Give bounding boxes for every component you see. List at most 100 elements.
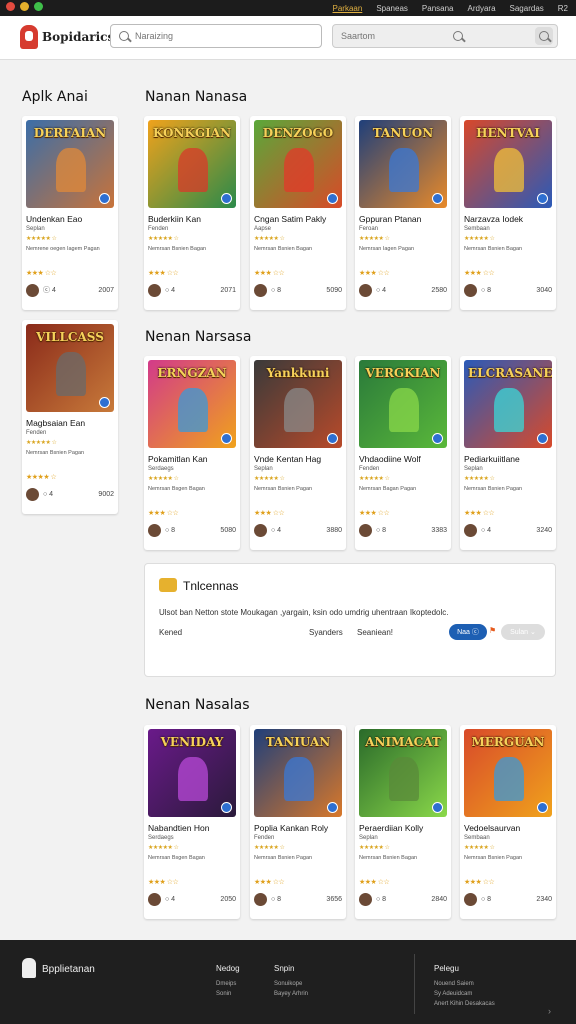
close-window-icon[interactable] bbox=[6, 2, 15, 11]
game-genre: Serdaegs bbox=[148, 835, 174, 841]
game-thumbnail[interactable]: DERFAIAN bbox=[26, 120, 114, 208]
avatar bbox=[359, 523, 372, 537]
game-card[interactable]: MERGUAN Vedoelsaurvan Sembaan ★★★★★ ☆ Nemrsa… bbox=[460, 725, 556, 919]
game-logo-text: VILLCASS bbox=[36, 330, 104, 344]
footer-link[interactable]: Nouend Saiem bbox=[434, 981, 495, 987]
secondary-search-box[interactable] bbox=[332, 24, 558, 48]
game-title[interactable]: Vnde Kentan Hag bbox=[254, 454, 344, 464]
search-icon[interactable] bbox=[453, 31, 463, 41]
game-thumbnail[interactable]: KONKGIAN bbox=[148, 120, 236, 208]
search-input[interactable] bbox=[135, 31, 255, 41]
download-count: 2840 bbox=[431, 895, 447, 903]
game-description: Nemrsan Bsgen Bagan bbox=[148, 855, 205, 861]
game-thumbnail[interactable]: ANIMACAT bbox=[359, 729, 447, 817]
game-title[interactable]: Magbsaian Ean bbox=[26, 418, 116, 428]
game-card[interactable]: ANIMACAT Peraerdiian Kolly Seplan ★★★★★ ☆ Ne… bbox=[355, 725, 451, 919]
game-thumbnail[interactable]: VERGKIAN bbox=[359, 360, 447, 448]
character-figure bbox=[178, 757, 208, 801]
game-title[interactable]: Buderkiin Kan bbox=[148, 214, 238, 224]
card-footer: ○ 4 2050 bbox=[148, 892, 236, 906]
game-card[interactable]: TANIUAN Poplia Kankan Roly Fenden ★★★★★ ☆ Ne… bbox=[250, 725, 346, 919]
game-title[interactable]: Cngan Satim Pakly bbox=[254, 214, 344, 224]
maximize-window-icon[interactable] bbox=[34, 2, 43, 11]
game-thumbnail[interactable]: DENZOGO bbox=[254, 120, 342, 208]
game-thumbnail[interactable]: HENTVAI bbox=[464, 120, 552, 208]
chevron-right-icon[interactable]: › bbox=[548, 1006, 551, 1016]
game-thumbnail[interactable]: Yankkuni bbox=[254, 360, 342, 448]
game-thumbnail[interactable]: ELCRASANE bbox=[464, 360, 552, 448]
game-thumbnail[interactable]: TANIUAN bbox=[254, 729, 342, 817]
comment-count: ○ 8 bbox=[271, 286, 282, 294]
footer-link[interactable]: Sonin bbox=[216, 991, 240, 997]
minimize-window-icon[interactable] bbox=[20, 2, 29, 11]
game-thumbnail[interactable]: ERNGZAN bbox=[148, 360, 236, 448]
user-rating-stars: ★★★ ☆☆ bbox=[359, 879, 390, 886]
primary-button[interactable]: Naa ⓒ bbox=[449, 624, 487, 640]
game-title[interactable]: Nabandtien Hon bbox=[148, 823, 238, 833]
flag-icon[interactable]: ⚑ bbox=[489, 626, 496, 635]
search-box[interactable] bbox=[110, 24, 322, 48]
verified-badge-icon bbox=[221, 802, 232, 813]
rating-stars: ★★★★★ ☆ bbox=[26, 236, 57, 242]
top-nav-item[interactable]: Spaneas bbox=[376, 4, 408, 13]
footer-link[interactable]: Sy Adeuidcam bbox=[434, 991, 495, 997]
brand-name: Bopidarics bbox=[42, 30, 115, 44]
top-nav-item[interactable]: Sagardas bbox=[510, 4, 544, 13]
game-title[interactable]: Gppuran Ptanan bbox=[359, 214, 449, 224]
game-card[interactable]: VILLCASS Magbsaian Ean Fenden ★★★★★ ☆ Nemrsa… bbox=[22, 320, 118, 514]
game-card[interactable]: ERNGZAN Pokamitlan Kan Serdaegs ★★★★★ ☆ Nemr… bbox=[144, 356, 240, 550]
game-card[interactable]: VERGKIAN Vhdaodiine Wolf Fenden ★★★★★ ☆ Nemr… bbox=[355, 356, 451, 550]
game-thumbnail[interactable]: VILLCASS bbox=[26, 324, 114, 412]
panel-link[interactable]: Seaniean! bbox=[357, 628, 393, 637]
footer-link[interactable]: Sonuikope bbox=[274, 981, 308, 987]
game-card[interactable]: DENZOGO Cngan Satim Pakly Aapse ★★★★★ ☆ Nemr… bbox=[250, 116, 346, 310]
game-card[interactable]: DERFAIAN Undenkan Eao Seplan ★★★★★ ☆ Nemrene… bbox=[22, 116, 118, 310]
game-thumbnail[interactable]: TANUON bbox=[359, 120, 447, 208]
card-footer: ○ 4 2580 bbox=[359, 283, 447, 297]
top-nav-item[interactable]: Pansana bbox=[422, 4, 454, 13]
user-rating-stars: ★★★ ☆☆ bbox=[464, 510, 495, 517]
game-title[interactable]: Undenkan Eao bbox=[26, 214, 116, 224]
game-genre: Sembaan bbox=[464, 226, 490, 232]
game-genre: Serdaegs bbox=[148, 466, 174, 472]
panel-link[interactable]: Kened bbox=[159, 628, 182, 637]
footer-link[interactable]: Bayey Arhrin bbox=[274, 991, 308, 997]
secondary-button[interactable]: Sulan ⌄ bbox=[501, 624, 545, 640]
game-description: Nemrsan Bsnien Pagan bbox=[464, 855, 523, 861]
game-title[interactable]: Poplia Kankan Roly bbox=[254, 823, 344, 833]
avatar bbox=[148, 523, 161, 537]
footer-link[interactable]: Anert Kihin Desakacas bbox=[434, 1001, 495, 1007]
game-title[interactable]: Peraerdiian Kolly bbox=[359, 823, 449, 833]
top-nav-item[interactable]: Parkaan bbox=[333, 4, 363, 13]
game-card[interactable]: Yankkuni Vnde Kentan Hag Seplan ★★★★★ ☆ Nemr… bbox=[250, 356, 346, 550]
panel-link[interactable]: Syanders bbox=[309, 628, 343, 637]
character-figure bbox=[56, 148, 86, 192]
game-card[interactable]: HENTVAI Narzavza Iodek Sembaan ★★★★★ ☆ Nemrs… bbox=[460, 116, 556, 310]
game-description: Nemrene oegen Iagem Pagan bbox=[26, 246, 100, 252]
download-count: 3656 bbox=[326, 895, 342, 903]
game-title[interactable]: Narzavza Iodek bbox=[464, 214, 554, 224]
game-title[interactable]: Vhdaodiine Wolf bbox=[359, 454, 449, 464]
brand-logo[interactable]: Bopidarics bbox=[20, 25, 114, 49]
rating-stars: ★★★★★ ☆ bbox=[254, 236, 285, 242]
game-card[interactable]: VENIDAY Nabandtien Hon Serdaegs ★★★★★ ☆ Nemr… bbox=[144, 725, 240, 919]
game-card[interactable]: ELCRASANE Pediarkuiitlane Seplan ★★★★★ ☆ Nem… bbox=[460, 356, 556, 550]
game-title[interactable]: Pediarkuiitlane bbox=[464, 454, 554, 464]
verified-badge-icon bbox=[537, 433, 548, 444]
top-nav-item[interactable]: R2 bbox=[558, 4, 568, 13]
game-title[interactable]: Vedoelsaurvan bbox=[464, 823, 554, 833]
character-figure bbox=[494, 757, 524, 801]
character-figure bbox=[178, 388, 208, 432]
game-thumbnail[interactable]: MERGUAN bbox=[464, 729, 552, 817]
top-nav-item[interactable]: Ardyara bbox=[468, 4, 496, 13]
footer-heading: Nedog bbox=[216, 964, 240, 973]
game-title[interactable]: Pokamitlan Kan bbox=[148, 454, 238, 464]
search-button[interactable] bbox=[535, 27, 553, 45]
secondary-search-input[interactable] bbox=[341, 31, 461, 41]
game-thumbnail[interactable]: VENIDAY bbox=[148, 729, 236, 817]
comment-count: ○ 8 bbox=[165, 526, 176, 534]
game-card[interactable]: TANUON Gppuran Ptanan Feroan ★★★★★ ☆ Nemrsan… bbox=[355, 116, 451, 310]
footer-link[interactable]: Dmeips bbox=[216, 981, 240, 987]
game-card[interactable]: KONKGIAN Buderkiin Kan Fenden ★★★★★ ☆ Nemrsa… bbox=[144, 116, 240, 310]
avatar bbox=[26, 487, 39, 501]
